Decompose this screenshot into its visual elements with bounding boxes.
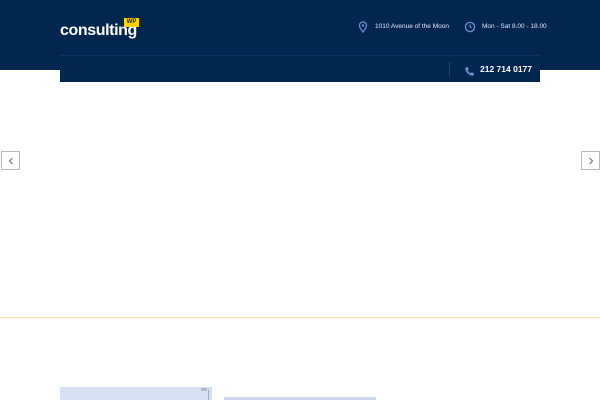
phone-icon	[464, 64, 475, 76]
chevron-right-icon	[588, 157, 593, 164]
slider-prev-button[interactable]	[1, 151, 20, 170]
map-pin-icon	[357, 20, 369, 34]
thumbnail-mark	[201, 388, 207, 391]
chevron-left-icon	[8, 157, 13, 164]
slider-next-button[interactable]	[581, 151, 600, 170]
main-navbar: 212 714 0177	[60, 55, 540, 82]
hours-text: Mon - Sat 8.00 - 18.00	[482, 22, 547, 30]
logo-badge: WP	[124, 18, 139, 27]
thumbnail-bar	[208, 390, 209, 400]
page: consulting WP 1010 Avenue of the Moon Mo…	[0, 0, 600, 400]
section-divider	[0, 317, 600, 318]
phone-number: 212 714 0177	[480, 64, 532, 74]
nav-divider	[449, 62, 450, 77]
header-phone[interactable]: 212 714 0177	[464, 62, 532, 76]
header-address: 1010 Avenue of the Moon	[357, 18, 449, 34]
address-text: 1010 Avenue of the Moon	[375, 22, 449, 30]
content-thumbnail[interactable]	[60, 387, 212, 400]
clock-icon	[464, 20, 476, 33]
header-hours: Mon - Sat 8.00 - 18.00	[464, 18, 547, 34]
